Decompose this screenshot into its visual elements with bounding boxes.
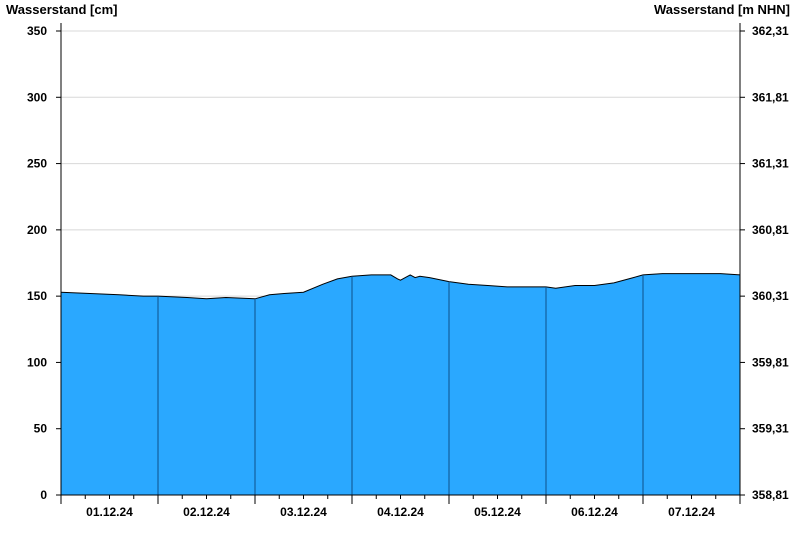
right-tick-label: 360,31 bbox=[752, 289, 789, 303]
right-tick-label: 359,81 bbox=[752, 355, 789, 369]
left-tick-label: 0 bbox=[40, 488, 47, 502]
x-tick-label: 03.12.24 bbox=[280, 505, 327, 519]
x-tick-label: 02.12.24 bbox=[183, 505, 230, 519]
right-axis-title: Wasserstand [m NHN] bbox=[654, 2, 790, 17]
right-tick-label: 358,81 bbox=[752, 488, 789, 502]
left-tick-label: 300 bbox=[27, 90, 47, 104]
left-y-axis: 0 50 100 150 200 250 300 350 bbox=[27, 24, 61, 502]
right-tick-label: 361,81 bbox=[752, 90, 789, 104]
right-tick-label: 360,81 bbox=[752, 223, 789, 237]
area-series bbox=[60, 273, 741, 495]
left-tick-label: 100 bbox=[27, 355, 47, 369]
water-level-chart: Wasserstand [cm] Wasserstand [m NHN] 0 50… bbox=[6, 2, 790, 519]
right-tick-label: 359,31 bbox=[752, 422, 789, 436]
left-tick-label: 150 bbox=[27, 289, 47, 303]
x-tick-label: 01.12.24 bbox=[86, 505, 133, 519]
water-level-area bbox=[61, 273, 740, 495]
left-tick-label: 350 bbox=[27, 24, 47, 38]
x-tick-label: 06.12.24 bbox=[571, 505, 618, 519]
left-tick-label: 200 bbox=[27, 223, 47, 237]
x-tick-label: 05.12.24 bbox=[474, 505, 521, 519]
right-y-axis: 358,81 359,31 359,81 360,31 360,81 361,31 361,… bbox=[740, 24, 789, 502]
right-tick-label: 361,31 bbox=[752, 157, 789, 171]
x-axis: 01.12.24 02.12.24 03.12.24 04.12.24 05.12.24… bbox=[60, 495, 741, 519]
left-tick-label: 50 bbox=[34, 422, 48, 436]
left-tick-label: 250 bbox=[27, 157, 47, 171]
x-tick-label: 04.12.24 bbox=[377, 505, 424, 519]
left-axis-title: Wasserstand [cm] bbox=[6, 2, 118, 17]
right-tick-label: 362,31 bbox=[752, 24, 789, 38]
x-tick-label: 07.12.24 bbox=[668, 505, 715, 519]
